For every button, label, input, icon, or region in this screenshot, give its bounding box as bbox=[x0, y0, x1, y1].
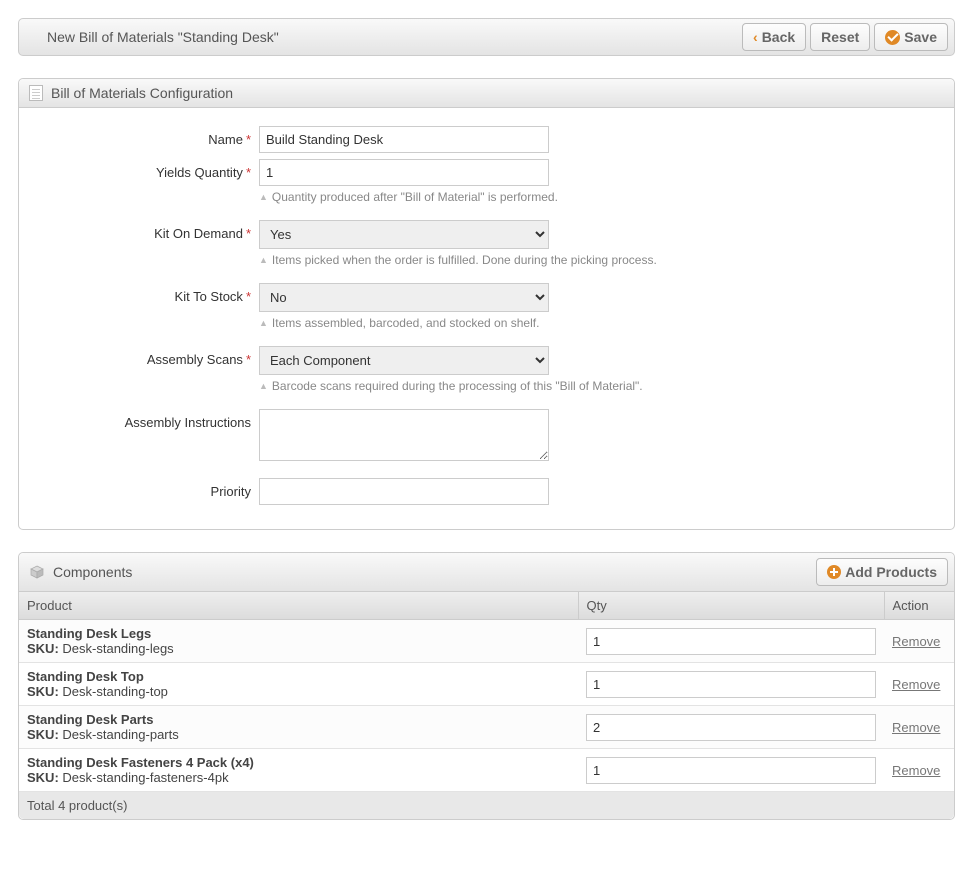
triangle-up-icon: ▲ bbox=[259, 192, 268, 202]
product-name: Standing Desk Legs bbox=[27, 626, 570, 641]
kit-demand-help: ▲Items picked when the order is fulfille… bbox=[259, 253, 932, 267]
scans-label: Assembly Scans* bbox=[41, 346, 259, 367]
product-sku: SKU: Desk-standing-legs bbox=[27, 641, 570, 656]
components-footer: Total 4 product(s) bbox=[19, 792, 954, 819]
product-cell: Standing Desk Top SKU: Desk-standing-top bbox=[19, 663, 578, 706]
product-cell: Standing Desk Fasteners 4 Pack (x4) SKU:… bbox=[19, 749, 578, 792]
product-name: Standing Desk Parts bbox=[27, 712, 570, 727]
required-icon: * bbox=[246, 226, 251, 241]
product-cell: Standing Desk Legs SKU: Desk-standing-le… bbox=[19, 620, 578, 663]
save-button[interactable]: Save bbox=[874, 23, 948, 51]
qty-cell bbox=[578, 663, 884, 706]
reset-label: Reset bbox=[821, 29, 859, 45]
required-icon: * bbox=[246, 289, 251, 304]
chevron-left-icon: ‹ bbox=[753, 30, 758, 44]
col-qty: Qty bbox=[578, 592, 884, 620]
yields-help: ▲Quantity produced after "Bill of Materi… bbox=[259, 190, 932, 204]
page-title: New Bill of Materials "Standing Desk" bbox=[47, 29, 738, 45]
instructions-label: Assembly Instructions bbox=[41, 409, 259, 430]
name-label: Name* bbox=[41, 126, 259, 147]
qty-input[interactable] bbox=[586, 628, 876, 655]
action-cell: Remove bbox=[884, 749, 954, 792]
add-products-label: Add Products bbox=[845, 564, 937, 580]
product-name: Standing Desk Fasteners 4 Pack (x4) bbox=[27, 755, 570, 770]
triangle-up-icon: ▲ bbox=[259, 381, 268, 391]
components-table: Product Qty Action Standing Desk Legs SK… bbox=[19, 592, 954, 792]
plus-icon bbox=[827, 565, 841, 579]
required-icon: * bbox=[246, 165, 251, 180]
page-header-bar: New Bill of Materials "Standing Desk" ‹ … bbox=[18, 18, 955, 56]
cube-icon bbox=[29, 565, 45, 579]
product-sku: SKU: Desk-standing-fasteners-4pk bbox=[27, 770, 570, 785]
triangle-up-icon: ▲ bbox=[259, 318, 268, 328]
col-action: Action bbox=[884, 592, 954, 620]
kit-demand-label: Kit On Demand* bbox=[41, 220, 259, 241]
action-cell: Remove bbox=[884, 663, 954, 706]
kit-stock-help: ▲Items assembled, barcoded, and stocked … bbox=[259, 316, 932, 330]
table-row: Standing Desk Top SKU: Desk-standing-top… bbox=[19, 663, 954, 706]
config-panel-title: Bill of Materials Configuration bbox=[51, 85, 233, 101]
triangle-up-icon: ▲ bbox=[259, 255, 268, 265]
remove-link[interactable]: Remove bbox=[892, 634, 940, 649]
reset-button[interactable]: Reset bbox=[810, 23, 870, 51]
product-name: Standing Desk Top bbox=[27, 669, 570, 684]
qty-cell bbox=[578, 749, 884, 792]
instructions-textarea[interactable] bbox=[259, 409, 549, 461]
col-product: Product bbox=[19, 592, 578, 620]
config-panel-body: Name* Yields Quantity* ▲Quantity produce… bbox=[19, 108, 954, 529]
yields-label: Yields Quantity* bbox=[41, 159, 259, 180]
qty-input[interactable] bbox=[586, 714, 876, 741]
back-button[interactable]: ‹ Back bbox=[742, 23, 806, 51]
save-label: Save bbox=[904, 29, 937, 45]
remove-link[interactable]: Remove bbox=[892, 720, 940, 735]
components-panel: Components Add Products Product Qty Acti… bbox=[18, 552, 955, 820]
action-cell: Remove bbox=[884, 620, 954, 663]
remove-link[interactable]: Remove bbox=[892, 677, 940, 692]
kit-stock-select[interactable]: No bbox=[259, 283, 549, 312]
required-icon: * bbox=[246, 132, 251, 147]
config-panel: Bill of Materials Configuration Name* Yi… bbox=[18, 78, 955, 530]
qty-cell bbox=[578, 706, 884, 749]
config-panel-header: Bill of Materials Configuration bbox=[19, 79, 954, 108]
name-input[interactable] bbox=[259, 126, 549, 153]
required-icon: * bbox=[246, 352, 251, 367]
document-icon bbox=[29, 85, 43, 101]
checkmark-icon bbox=[885, 30, 900, 45]
kit-demand-select[interactable]: Yes bbox=[259, 220, 549, 249]
table-row: Standing Desk Parts SKU: Desk-standing-p… bbox=[19, 706, 954, 749]
back-label: Back bbox=[762, 29, 795, 45]
qty-input[interactable] bbox=[586, 671, 876, 698]
yields-input[interactable] bbox=[259, 159, 549, 186]
scans-help: ▲Barcode scans required during the proce… bbox=[259, 379, 932, 393]
product-sku: SKU: Desk-standing-top bbox=[27, 684, 570, 699]
product-sku: SKU: Desk-standing-parts bbox=[27, 727, 570, 742]
components-title: Components bbox=[53, 564, 132, 580]
scans-select[interactable]: Each Component bbox=[259, 346, 549, 375]
product-cell: Standing Desk Parts SKU: Desk-standing-p… bbox=[19, 706, 578, 749]
priority-label: Priority bbox=[41, 478, 259, 499]
qty-cell bbox=[578, 620, 884, 663]
qty-input[interactable] bbox=[586, 757, 876, 784]
components-panel-header: Components Add Products bbox=[19, 553, 954, 592]
action-cell: Remove bbox=[884, 706, 954, 749]
remove-link[interactable]: Remove bbox=[892, 763, 940, 778]
table-row: Standing Desk Legs SKU: Desk-standing-le… bbox=[19, 620, 954, 663]
add-products-button[interactable]: Add Products bbox=[816, 558, 948, 586]
kit-stock-label: Kit To Stock* bbox=[41, 283, 259, 304]
table-row: Standing Desk Fasteners 4 Pack (x4) SKU:… bbox=[19, 749, 954, 792]
priority-input[interactable] bbox=[259, 478, 549, 505]
